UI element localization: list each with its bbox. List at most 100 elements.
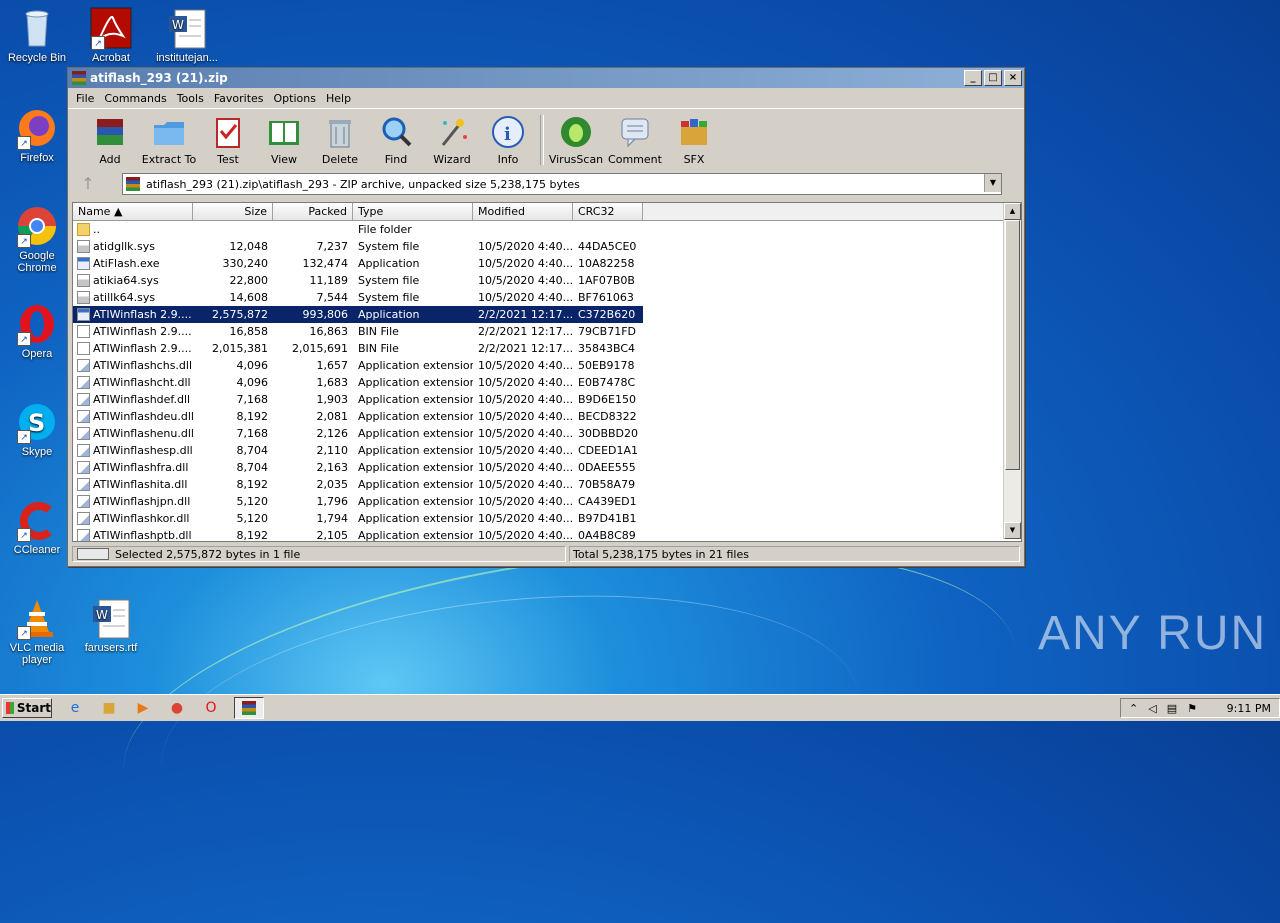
taskbar-chrome-icon[interactable]: ● — [166, 698, 188, 718]
desktop-icon-chrome[interactable]: ↗ Google Chrome — [0, 204, 74, 274]
winrar-window[interactable]: atiflash_293 (21).zip _ □ × File Command… — [67, 67, 1025, 567]
desktop-icon-acrobat[interactable]: ↗ Acrobat — [74, 6, 148, 64]
taskbar-opera-icon[interactable]: O — [200, 698, 222, 718]
volume-icon[interactable]: ◁ — [1148, 702, 1156, 715]
column-header-crc32[interactable]: CRC32 — [573, 203, 643, 220]
view-book-icon — [267, 115, 301, 149]
file-name-text: atikia64.sys — [93, 274, 159, 287]
close-button[interactable]: × — [1004, 70, 1022, 86]
file-name-cell: ATIWinflashfra.dll — [73, 459, 193, 476]
column-header-type[interactable]: Type — [353, 203, 473, 220]
scroll-thumb[interactable] — [1005, 220, 1020, 470]
desktop-icon-label: Firefox — [20, 152, 54, 164]
vertical-scrollbar[interactable]: ▲ ▼ — [1003, 203, 1021, 539]
desktop-icon-opera[interactable]: ↗ Opera — [0, 302, 74, 360]
table-row[interactable]: atillk64.sys 14,608 7,544 System file 10/5/2… — [73, 289, 1004, 306]
file-packed-cell: 2,081 — [316, 410, 349, 423]
file-name-cell: .. — [73, 221, 193, 238]
file-type-cell: Application extension — [358, 512, 473, 525]
scroll-down-button[interactable]: ▼ — [1004, 522, 1021, 539]
shortcut-arrow-icon: ↗ — [17, 430, 31, 444]
menu-favorites[interactable]: Favorites — [210, 92, 268, 105]
window-title: atiflash_293 (21).zip — [90, 71, 228, 85]
desktop-icon-farusers[interactable]: W farusers.rtf — [74, 596, 148, 654]
table-row[interactable]: ATIWinflashjpn.dll 5,120 1,796 Application … — [73, 493, 1004, 510]
file-size-cell: 22,800 — [229, 274, 269, 287]
table-row[interactable]: ATIWinflashchs.dll 4,096 1,657 Application … — [73, 357, 1004, 374]
info-button[interactable]: i Info — [480, 115, 536, 166]
file-name-cell: ATIWinflash 2.9.... — [73, 323, 193, 340]
taskbar-explorer-icon[interactable]: ■ — [98, 698, 120, 718]
table-row[interactable]: ATIWinflashkor.dll 5,120 1,794 Application … — [73, 510, 1004, 527]
file-crc-cell: 79CB71FD — [578, 325, 637, 338]
menu-file[interactable]: File — [72, 92, 98, 105]
sfx-button[interactable]: SFX — [666, 115, 722, 166]
virusscan-button[interactable]: VirusScan — [548, 115, 604, 166]
desktop-icon-vlc[interactable]: ↗ VLC media player — [0, 596, 74, 666]
desktop-icon-skype[interactable]: S ↗ Skype — [0, 400, 74, 458]
up-folder-button[interactable]: ↑ — [72, 174, 104, 194]
file-name-text: ATIWinflashesp.dll — [93, 444, 193, 457]
menu-help[interactable]: Help — [322, 92, 355, 105]
column-header-packed[interactable]: Packed — [273, 203, 353, 220]
menu-tools[interactable]: Tools — [173, 92, 208, 105]
table-row[interactable]: atidgllk.sys 12,048 7,237 System file 10/5/2… — [73, 238, 1004, 255]
file-type-cell: Application extension — [358, 427, 473, 440]
start-button[interactable]: Start — [2, 698, 52, 718]
title-bar[interactable]: atiflash_293 (21).zip _ □ × — [68, 68, 1024, 88]
delete-button[interactable]: Delete — [312, 115, 368, 166]
tray-expand-icon[interactable]: ⌃ — [1129, 702, 1138, 715]
table-row[interactable]: ATIWinflashcht.dll 4,096 1,683 Application … — [73, 374, 1004, 391]
table-row[interactable]: ATIWinflashptb.dll 8,192 2,105 Application … — [73, 527, 1004, 541]
file-list[interactable]: Name ▲ Size Packed Type Modified CRC32 .… — [72, 202, 1022, 542]
column-header-modified[interactable]: Modified — [473, 203, 573, 220]
action-center-flag-icon[interactable]: ⚑ — [1187, 702, 1197, 715]
column-header-name[interactable]: Name ▲ — [73, 203, 193, 220]
scroll-up-button[interactable]: ▲ — [1004, 203, 1021, 220]
svg-text:i: i — [504, 124, 511, 145]
file-crc-cell: 44DA5CE0 — [578, 240, 637, 253]
desktop-icon-recycle-bin[interactable]: Recycle Bin — [0, 6, 74, 64]
maximize-button[interactable]: □ — [984, 70, 1002, 86]
taskbar-ie-icon[interactable]: e — [64, 698, 86, 718]
desktop-icon-word-doc[interactable]: W institutejan... — [150, 6, 224, 64]
file-icon — [77, 257, 90, 270]
taskbar-winrar-icon[interactable] — [234, 697, 264, 719]
table-row[interactable]: atikia64.sys 22,800 11,189 System file 10/5/… — [73, 272, 1004, 289]
extract-folder-icon — [152, 115, 186, 149]
comment-button[interactable]: Comment — [604, 115, 666, 166]
find-button[interactable]: Find — [368, 115, 424, 166]
table-row[interactable]: ATIWinflashenu.dll 7,168 2,126 Application … — [73, 425, 1004, 442]
table-row[interactable]: ATIWinflash 2.9.... 2,015,381 2,015,691 BIN… — [73, 340, 1004, 357]
minimize-button[interactable]: _ — [964, 70, 982, 86]
clock[interactable]: 9:11 PM — [1227, 702, 1271, 715]
table-row[interactable]: ATIWinflash 2.9.... 2,575,872 993,806 Appli… — [73, 306, 643, 323]
file-icon — [77, 444, 90, 457]
desktop-icon-label: CCleaner — [13, 544, 61, 556]
desktop-icon-firefox[interactable]: ↗ Firefox — [0, 106, 74, 164]
test-button[interactable]: Test — [200, 115, 256, 166]
desktop-icon-ccleaner[interactable]: ↗ CCleaner — [0, 498, 74, 556]
table-row[interactable]: ATIWinflashfra.dll 8,704 2,163 Application … — [73, 459, 1004, 476]
file-crc-cell: 1AF07B0B — [578, 274, 635, 287]
menu-options[interactable]: Options — [270, 92, 320, 105]
add-button[interactable]: Add — [82, 115, 138, 166]
menu-commands[interactable]: Commands — [100, 92, 170, 105]
network-icon[interactable]: ▤ — [1167, 702, 1177, 715]
table-row[interactable]: ATIWinflashdef.dll 7,168 1,903 Application … — [73, 391, 1004, 408]
table-row[interactable]: AtiFlash.exe 330,240 132,474 Application 10/… — [73, 255, 1004, 272]
wizard-button[interactable]: Wizard — [424, 115, 480, 166]
table-row[interactable]: ATIWinflashita.dll 8,192 2,035 Application … — [73, 476, 1004, 493]
table-row[interactable]: ATIWinflashdeu.dll 8,192 2,081 Application … — [73, 408, 1004, 425]
table-row[interactable]: .. File folder — [73, 221, 1004, 238]
address-dropdown-button[interactable]: ▼ — [984, 174, 1001, 192]
file-type-cell: System file — [358, 240, 420, 253]
view-button[interactable]: View — [256, 115, 312, 166]
table-row[interactable]: ATIWinflash 2.9.... 16,858 16,863 BIN File 2… — [73, 323, 1004, 340]
taskbar-media-player-icon[interactable]: ▶ — [132, 698, 154, 718]
extract-to-button[interactable]: Extract To — [138, 115, 200, 166]
file-icon — [77, 274, 90, 287]
address-field[interactable]: atiflash_293 (21).zip\atiflash_293 - ZIP… — [122, 173, 1002, 195]
column-header-size[interactable]: Size — [193, 203, 273, 220]
table-row[interactable]: ATIWinflashesp.dll 8,704 2,110 Application … — [73, 442, 1004, 459]
